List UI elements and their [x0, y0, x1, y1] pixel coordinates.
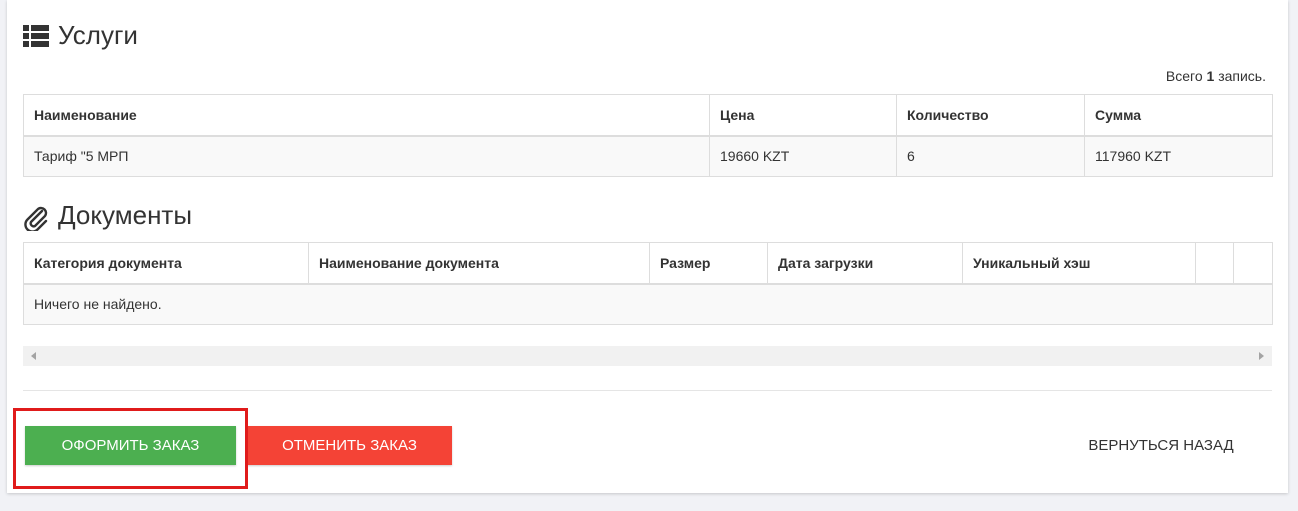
- go-back-button[interactable]: ВЕРНУТЬСЯ НАЗАД: [1070, 426, 1252, 465]
- column-header[interactable]: Цена: [709, 94, 897, 137]
- scroll-right-icon[interactable]: [1259, 352, 1264, 360]
- table-cell: 117960 KZT: [1084, 135, 1273, 177]
- table-row: Тариф "5 МРП 19660 KZT 6 117960 KZT: [23, 135, 1273, 177]
- documents-table: Категория документа Наименование докумен…: [23, 242, 1273, 325]
- summary-prefix: Всего: [1165, 68, 1207, 84]
- services-summary: Всего 1 запись.: [1166, 68, 1266, 84]
- services-table: Наименование Цена Количество Сумма Тариф…: [23, 94, 1273, 177]
- column-header[interactable]: Категория документа: [23, 242, 309, 285]
- table-cell: 6: [896, 135, 1085, 177]
- table-header-row: Категория документа Наименование докумен…: [23, 242, 1273, 285]
- column-header[interactable]: Уникальный хэш: [962, 242, 1196, 285]
- services-title: Услуги: [58, 20, 138, 50]
- horizontal-scrollbar[interactable]: [23, 346, 1272, 366]
- documents-heading: Документы: [23, 200, 192, 231]
- list-icon: [23, 24, 49, 47]
- cancel-order-button[interactable]: ОТМЕНИТЬ ЗАКАЗ: [247, 426, 452, 465]
- table-row: Ничего не найдено.: [23, 283, 1273, 325]
- empty-message: Ничего не найдено.: [23, 283, 1273, 325]
- column-header: [1233, 242, 1273, 285]
- column-header[interactable]: Наименование документа: [308, 242, 650, 285]
- services-heading: Услуги: [23, 20, 138, 51]
- table-header-row: Наименование Цена Количество Сумма: [23, 94, 1273, 137]
- documents-title: Документы: [58, 200, 193, 230]
- table-cell: 19660 KZT: [709, 135, 897, 177]
- table-cell: Тариф "5 МРП: [23, 135, 710, 177]
- column-header[interactable]: Размер: [649, 242, 768, 285]
- column-header: [1195, 242, 1234, 285]
- scroll-left-icon[interactable]: [31, 352, 36, 360]
- highlight-frame: [13, 408, 248, 489]
- summary-suffix: запись.: [1214, 68, 1266, 84]
- column-header[interactable]: Наименование: [23, 94, 710, 137]
- column-header[interactable]: Дата загрузки: [767, 242, 963, 285]
- divider: [23, 390, 1272, 391]
- paperclip-icon: [23, 205, 49, 231]
- column-header[interactable]: Сумма: [1084, 94, 1273, 137]
- column-header[interactable]: Количество: [896, 94, 1085, 137]
